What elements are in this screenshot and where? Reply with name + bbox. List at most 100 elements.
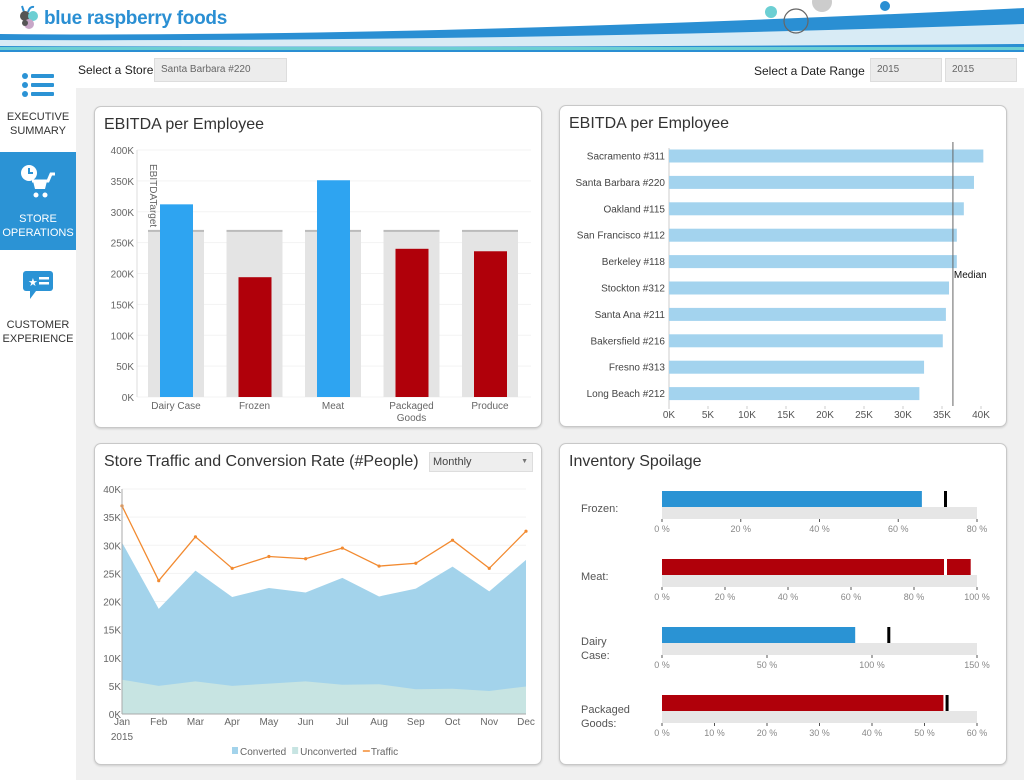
y-tick-label: 250K — [111, 239, 135, 250]
x-tick-label: 35K — [933, 410, 951, 421]
date-to-select[interactable]: 2015 — [945, 58, 1017, 82]
sidebar: EXECUTIVE SUMMARY STORE OPERATIONS ★ CUS… — [0, 52, 76, 780]
spoilage-panel: Inventory Spoilage 0 % 20 % 40 % 60 % 80 % Fr… — [559, 443, 1007, 765]
x-tick-label: 20 % — [730, 524, 751, 534]
bullet-target-marker — [944, 559, 947, 575]
x-tick-label: Produce — [471, 401, 509, 412]
sidebar-item-store-operations[interactable]: STORE OPERATIONS — [0, 152, 76, 250]
target-line — [383, 229, 440, 232]
x-tick-label: 0 % — [654, 592, 670, 602]
legend-swatch — [292, 747, 299, 754]
sidebar-item-executive-summary[interactable]: EXECUTIVE SUMMARY — [0, 66, 76, 152]
x-tick-label: Aug — [370, 717, 388, 728]
x-tick-label: Mar — [187, 717, 205, 728]
x-tick-label: 50 % — [914, 728, 935, 738]
traffic-point — [157, 579, 161, 583]
store-select-label: Select a Store — [78, 63, 154, 77]
x-tick-label: 0 % — [654, 728, 670, 738]
x-tick-label: 40 % — [862, 728, 883, 738]
clock-cart-icon — [21, 165, 55, 198]
x-tick-label: 15K — [777, 410, 795, 421]
x-tick-label: May — [259, 717, 278, 728]
y-tick-label: 350K — [111, 177, 135, 188]
sidebar-label: EXPERIENCE — [2, 333, 74, 345]
bullet-target-marker — [945, 695, 949, 711]
bullet-value-bar — [662, 559, 971, 575]
ebitda-store-panel: EBITDA per Employee 0K 5K 10K 15K 20K 25K 30K 3… — [559, 105, 1007, 427]
y-tick-label: Berkeley #118 — [602, 257, 666, 268]
row-label: Case: — [581, 650, 610, 662]
x-tick-label: Sep — [407, 717, 425, 728]
x-tick-label: 30K — [894, 410, 912, 421]
x-tick-label: Jan — [114, 717, 130, 728]
x-tick-label: 60 % — [888, 524, 909, 534]
x-tick-label: Dairy Case — [151, 401, 201, 412]
traffic-panel: Store Traffic and Conversion Rate (#Peop… — [94, 443, 542, 765]
legend-label: Traffic — [371, 747, 398, 758]
y-tick-label: Santa Ana #211 — [595, 310, 666, 321]
traffic-point — [230, 566, 234, 570]
bar — [238, 277, 272, 397]
traffic-point — [304, 557, 308, 561]
bar — [669, 334, 943, 348]
bar — [317, 180, 350, 397]
traffic-point — [414, 561, 418, 565]
y-tick-label: 0K — [122, 393, 135, 404]
x-tick-label: Jul — [336, 717, 349, 728]
traffic-point — [267, 554, 271, 559]
bullet-track — [662, 507, 977, 519]
median-label: Median — [954, 270, 987, 281]
y-tick-label: Oakland #115 — [603, 204, 665, 215]
date-range-label: Select a Date Range — [754, 64, 865, 78]
sidebar-label: EXECUTIVE — [6, 111, 70, 123]
bullet-track — [662, 711, 977, 723]
x-tick-label: 0 % — [654, 524, 670, 534]
x-tick-label: 25K — [855, 410, 873, 421]
raspberry-logo-icon — [20, 5, 38, 29]
x-tick-label: 30 % — [809, 728, 830, 738]
traffic-point — [377, 564, 381, 568]
x-tick-label: Jun — [298, 717, 314, 728]
date-from-select[interactable]: 2015 — [870, 58, 942, 82]
ebitda-category-panel: EBITDA per Employee 0K 50K 100K 150K 200K 250… — [94, 106, 542, 428]
sidebar-label: OPERATIONS — [2, 227, 74, 239]
x-year-label: 2015 — [111, 732, 134, 743]
y-tick-label: 400K — [111, 146, 135, 157]
bullet-value-bar — [662, 627, 856, 643]
x-tick-label: 20K — [816, 410, 834, 421]
row-label: Frozen: — [581, 503, 618, 515]
sidebar-item-customer-experience[interactable]: ★ CUSTOMER EXPERIENCE — [0, 262, 76, 348]
target-line — [226, 229, 283, 232]
y-tick-label: 100K — [111, 331, 135, 342]
x-tick-label: 80 % — [967, 524, 988, 534]
x-tick-label: 40 % — [809, 524, 830, 534]
ebitda-category-chart: 0K 50K 100K 150K 200K 250K 300K 350K 400K Dairy C… — [111, 146, 531, 424]
y-tick-label: Long Beach #212 — [587, 389, 666, 400]
row-label: Dairy — [581, 636, 607, 648]
svg-text:★: ★ — [28, 277, 38, 289]
bar — [669, 255, 957, 269]
y-tick-label: 200K — [111, 270, 135, 281]
y-tick-label: Stockton #312 — [601, 284, 665, 295]
x-tick-label: Meat — [322, 401, 344, 412]
x-tick-label: 60 % — [967, 728, 988, 738]
y-tick-label: 5K — [109, 682, 122, 693]
x-tick-label: Packaged — [389, 401, 433, 412]
legend-label: Converted — [240, 747, 286, 758]
bar — [160, 204, 193, 397]
row-label: Meat: — [581, 571, 609, 583]
list-icon — [22, 73, 54, 97]
bar — [669, 360, 925, 374]
y-tick-label: 10K — [103, 654, 121, 665]
bar — [669, 175, 974, 189]
store-select[interactable]: Santa Barbara #220 — [154, 58, 287, 82]
x-tick-label: 40 % — [778, 592, 799, 602]
bullet-track — [662, 643, 977, 655]
y-tick-label: 40K — [103, 485, 121, 496]
y-tick-label: Fresno #313 — [609, 363, 666, 374]
x-tick-label: Frozen — [239, 401, 270, 412]
y-tick-label: Bakersfield #216 — [591, 336, 666, 347]
x-tick-label: 0 % — [654, 660, 670, 670]
traffic-point — [340, 546, 344, 550]
traffic-chart: 0K5K10K15K20K25K30K35K40KJan Feb Mar Apr May… — [103, 485, 535, 758]
